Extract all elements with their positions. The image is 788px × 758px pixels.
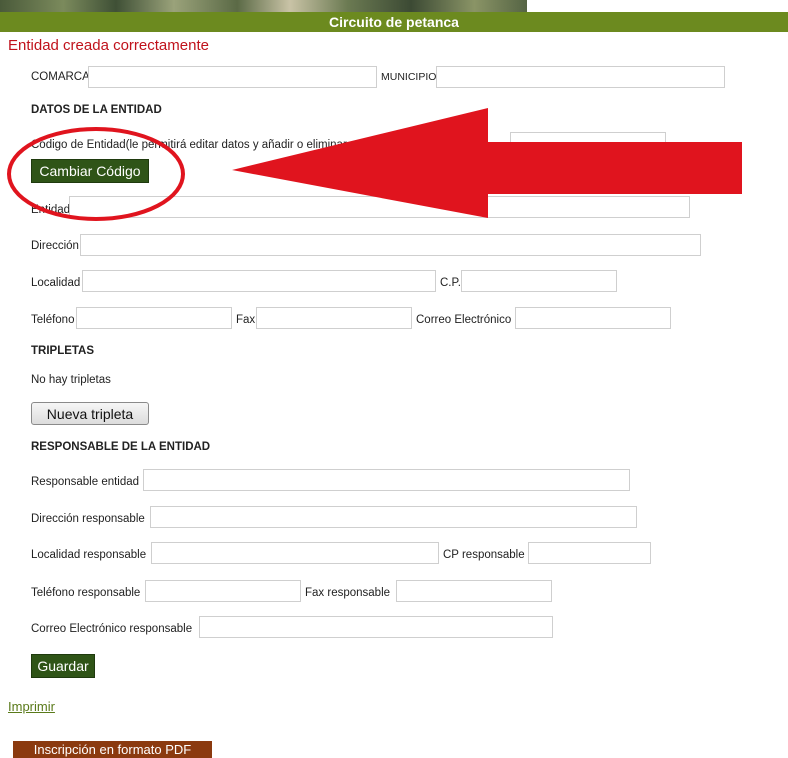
entity-fax-label: Fax [236, 314, 256, 326]
entity-section-title: DATOS DE LA ENTIDAD [31, 104, 162, 116]
entity-code-label: Código de Entidad(le permitirá editar da… [31, 139, 347, 151]
responsible-email-label: Correo Electrónico responsable [31, 623, 193, 635]
entity-locality-label: Localidad [31, 277, 81, 289]
entity-locality-input[interactable] [82, 270, 436, 292]
entity-address-input[interactable] [80, 234, 701, 256]
entity-phone-label: Teléfono [31, 314, 75, 326]
entity-code-input[interactable] [510, 132, 666, 154]
responsible-phone-input[interactable] [145, 580, 301, 602]
entity-phone-input[interactable] [76, 307, 232, 329]
responsible-name-input[interactable] [143, 469, 630, 491]
entity-name-input[interactable] [69, 196, 690, 218]
responsible-fax-input[interactable] [396, 580, 552, 602]
responsible-phone-label: Teléfono responsable [31, 587, 141, 599]
triplets-empty-text: No hay tripletas [31, 374, 111, 386]
responsible-cp-label: CP responsable [443, 549, 525, 561]
responsible-address-label: Dirección responsable [31, 513, 145, 525]
entity-cp-input[interactable] [461, 270, 617, 292]
header-image-strip [0, 0, 527, 12]
triplets-section-title: TRIPLETAS [31, 345, 95, 357]
change-code-button[interactable]: Cambiar Código [31, 159, 149, 183]
print-link[interactable]: Imprimir [8, 699, 55, 714]
entity-email-label: Correo Electrónico [416, 314, 512, 326]
responsible-locality-label: Localidad responsable [31, 549, 147, 561]
entity-email-input[interactable] [515, 307, 671, 329]
success-message: Entidad creada correctamente [8, 37, 209, 54]
comarca-input[interactable] [88, 66, 377, 88]
responsible-email-input[interactable] [199, 616, 553, 638]
responsible-fax-label: Fax responsable [305, 587, 391, 599]
save-button[interactable]: Guardar [31, 654, 95, 678]
responsible-name-label: Responsable entidad [31, 476, 140, 488]
page-title: Circuito de petanca [329, 14, 459, 30]
responsible-locality-input[interactable] [151, 542, 439, 564]
municipio-input[interactable] [436, 66, 725, 88]
entity-fax-input[interactable] [256, 307, 412, 329]
municipio-label: MUNICIPIO [381, 71, 437, 83]
responsible-section-title: RESPONSABLE DE LA ENTIDAD [31, 441, 211, 453]
title-bar: Circuito de petanca [0, 12, 788, 32]
entity-cp-label: C.P. [440, 277, 461, 289]
pdf-button[interactable]: Inscripción en formato PDF [13, 741, 212, 758]
new-triplet-button[interactable]: Nueva tripleta [31, 402, 149, 425]
responsible-address-input[interactable] [150, 506, 637, 528]
entity-address-label: Dirección [31, 240, 79, 252]
entity-name-label: Entidad [31, 204, 71, 216]
comarca-label: COMARCA [31, 71, 90, 83]
responsible-cp-input[interactable] [528, 542, 651, 564]
